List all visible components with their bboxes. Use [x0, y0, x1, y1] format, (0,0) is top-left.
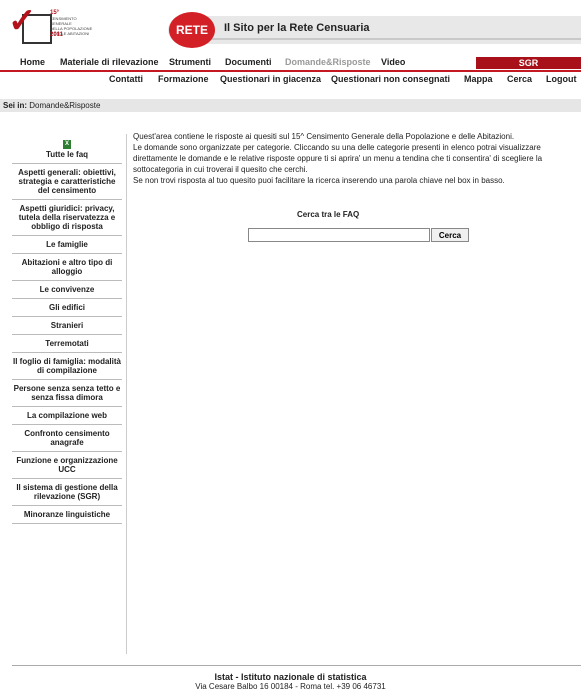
census-logo[interactable]: ✓ 15° CENSIMENTO GENERALE DELLA POPOLAZI…	[6, 4, 106, 46]
sidebar-divider	[126, 134, 127, 654]
nav-divider	[0, 70, 581, 72]
sidebar-item-ucc[interactable]: Funzione e organizzazione UCC	[12, 452, 122, 479]
sidebar-item-minoranze[interactable]: Minoranze linguistiche	[12, 506, 122, 524]
sidebar-item-senza-tetto[interactable]: Persone senza senza tetto e senza fissa …	[12, 380, 122, 407]
breadcrumb-label: Sei in:	[3, 101, 28, 110]
excel-icon: X	[63, 140, 71, 149]
nav-questionari-non-consegnati[interactable]: Questionari non consegnati	[331, 74, 450, 84]
intro-text: Quest'area contiene le risposte ai quesi…	[133, 131, 581, 186]
sidebar-item-confronto-anagrafe[interactable]: Confronto censimento anagrafe	[12, 425, 122, 452]
sidebar-item-edifici[interactable]: Gli edifici	[12, 299, 122, 317]
breadcrumb-current: Domande&Risposte	[29, 101, 101, 110]
intro-paragraph: Quest'area contiene le risposte ai quesi…	[133, 132, 515, 141]
checkmark-icon: ✓	[8, 3, 37, 40]
sidebar-item-sgr[interactable]: Il sistema di gestione della rilevazione…	[12, 479, 122, 506]
category-sidebar: X Tutte le faq Aspetti generali: obietti…	[12, 136, 122, 524]
sidebar-item-stranieri[interactable]: Stranieri	[12, 317, 122, 335]
nav-questionari-giacenza[interactable]: Questionari in giacenza	[220, 74, 321, 84]
faq-search-input[interactable]	[248, 228, 430, 242]
intro-paragraph: direttamente le domande e le relative ri…	[133, 154, 543, 163]
nav-logout[interactable]: Logout	[546, 74, 577, 84]
breadcrumb: Sei in: Domande&Risposte	[0, 99, 581, 112]
sidebar-item-terremotati[interactable]: Terremotati	[12, 335, 122, 353]
intro-paragraph: sottocategoria in cui troverai il quesit…	[133, 165, 308, 174]
nav-mappa[interactable]: Mappa	[464, 74, 493, 84]
nav-home[interactable]: Home	[20, 57, 45, 67]
sidebar-item-tutte[interactable]: X Tutte le faq	[12, 136, 122, 164]
nav-domande-risposte[interactable]: Domande&Risposte	[285, 57, 371, 67]
sgr-button[interactable]: SGR	[476, 57, 581, 69]
nav-materiale[interactable]: Materiale di rilevazione	[60, 57, 159, 67]
intro-paragraph: Se non trovi risposta al tuo quesito puo…	[133, 176, 505, 185]
footer: Istat - Istituto nazionale di statistica…	[0, 672, 581, 691]
sidebar-item-aspetti-generali[interactable]: Aspetti generali: obiettivi, strategia e…	[12, 164, 122, 200]
sidebar-item-foglio-famiglia[interactable]: Il foglio di famiglia: modalità di compi…	[12, 353, 122, 380]
search-button[interactable]: Cerca	[431, 228, 469, 242]
rete-badge: RETE	[169, 12, 215, 48]
secondary-nav: Contatti Formazione Questionari in giace…	[0, 74, 581, 86]
sidebar-item-label: Tutte le faq	[45, 150, 89, 159]
nav-strumenti[interactable]: Strumenti	[169, 57, 211, 67]
logo-year: 2011	[50, 32, 64, 38]
search-title: Cerca tra le FAQ	[297, 210, 360, 219]
sidebar-item-aspetti-giuridici[interactable]: Aspetti giuridici: privacy, tutela della…	[12, 200, 122, 236]
sidebar-item-compilazione-web[interactable]: La compilazione web	[12, 407, 122, 425]
sidebar-item-convivenze[interactable]: Le convivenze	[12, 281, 122, 299]
intro-paragraph: Le domande sono organizzate per categori…	[133, 143, 541, 152]
nav-video[interactable]: Video	[381, 57, 405, 67]
footer-title: Istat - Istituto nazionale di statistica	[214, 672, 367, 682]
header: ✓ 15° CENSIMENTO GENERALE DELLA POPOLAZI…	[0, 0, 581, 52]
nav-formazione[interactable]: Formazione	[158, 74, 209, 84]
sidebar-item-famiglie[interactable]: Le famiglie	[12, 236, 122, 254]
footer-divider	[12, 665, 581, 666]
nav-contatti[interactable]: Contatti	[109, 74, 143, 84]
logo-line: CENSIMENTO GENERALE	[50, 16, 77, 26]
nav-cerca[interactable]: Cerca	[507, 74, 532, 84]
site-title: Il Sito per la Rete Censuaria	[224, 22, 370, 34]
footer-address: Via Cesare Balbo 16 00184 - Roma tel. +3…	[195, 682, 386, 691]
nav-documenti[interactable]: Documenti	[225, 57, 272, 67]
sidebar-item-abitazioni[interactable]: Abitazioni e altro tipo di alloggio	[12, 254, 122, 281]
